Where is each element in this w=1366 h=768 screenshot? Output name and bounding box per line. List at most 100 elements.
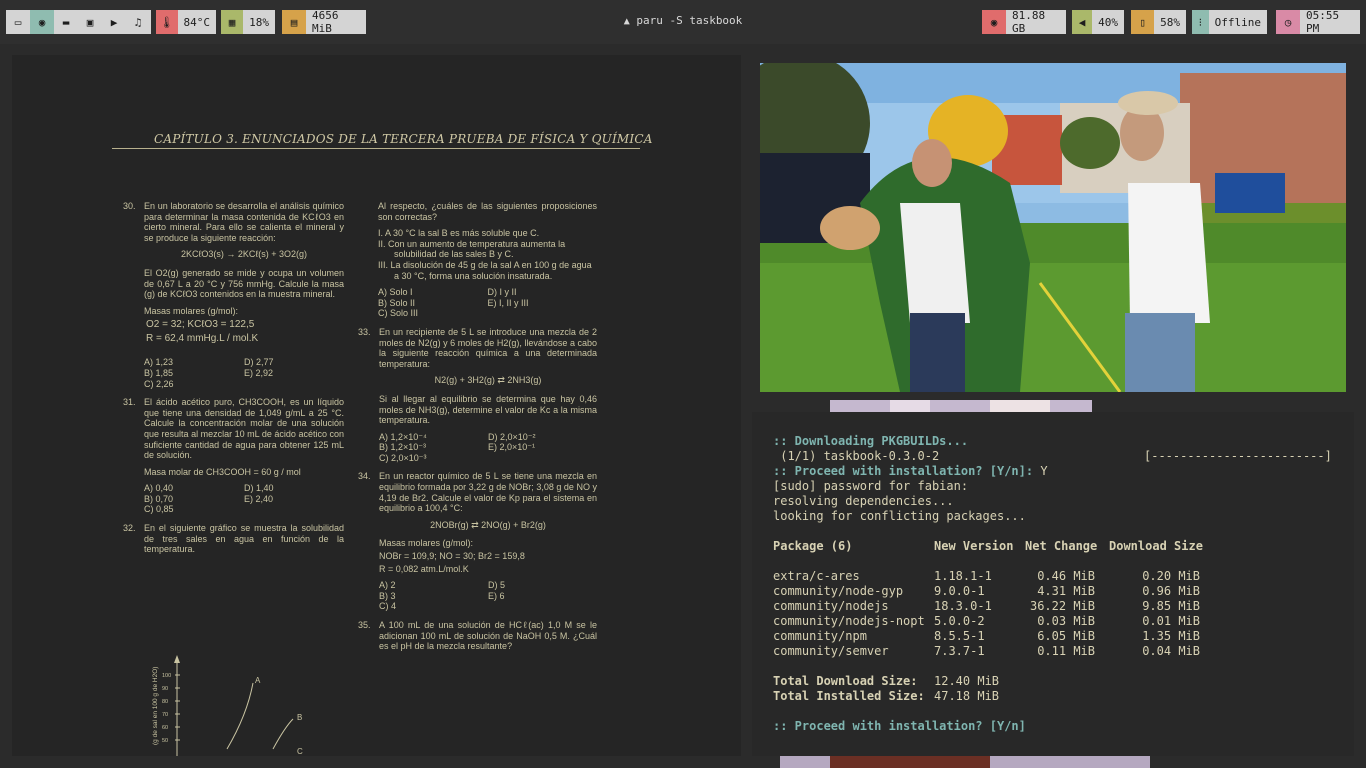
- package-version: 7.3.7-1: [934, 644, 985, 658]
- cpu-value: 18%: [243, 10, 275, 34]
- y-tick-label: 100: [162, 673, 171, 679]
- video-player[interactable]: [760, 63, 1346, 392]
- total-installed-value: 47.18 MiB: [934, 689, 1000, 703]
- answer-options: A) 1,23 D) 2,77 B) 1,85 E) 2,92 C) 2,26: [144, 357, 344, 389]
- progress-bar: [------------------------]: [1144, 449, 1332, 463]
- youtube-icon[interactable]: ▶: [102, 10, 126, 34]
- launcher-group: ▭ ◉ ▬ ▣ ▶ ♫: [6, 10, 151, 34]
- pdf-column-left: 30. En un laboratorio se desarrolla el a…: [123, 201, 344, 561]
- question-text: Si al llegar al equilibrio se determina …: [379, 393, 597, 426]
- answer-options: A) 1,2×10⁻⁴ D) 2,0×10⁻² B) 1,2×10⁻³ E) 2…: [379, 432, 597, 464]
- package-net-change: 0.11 MiB: [1037, 644, 1095, 658]
- prompt-answer: Y: [1040, 464, 1048, 478]
- question-text: Al respecto, ¿cuáles de las siguientes p…: [378, 201, 597, 222]
- option: B) 3: [379, 590, 396, 601]
- monitor-icon[interactable]: ▣: [78, 10, 102, 34]
- y-tick-label: 50: [162, 738, 168, 744]
- option: C) 0,85: [144, 504, 174, 515]
- network-module[interactable]: ⁝ Offline: [1192, 10, 1267, 34]
- terminal-window[interactable]: :: Downloading PKGBUILDs... (1/1) taskbo…: [752, 412, 1354, 756]
- option: A) 1,23: [144, 357, 174, 368]
- option: C) Solo III: [378, 308, 419, 319]
- y-tick-label: 80: [162, 699, 168, 705]
- question-text: En un recipiente de 5 L se introduce una…: [379, 326, 597, 369]
- gas-constant: R = 62,4 mmHg.L / mol.K: [146, 333, 259, 345]
- option: [244, 379, 344, 390]
- package-name: community/semver: [773, 644, 889, 658]
- status-line: :: Downloading PKGBUILDs...: [773, 434, 969, 448]
- cpu-module: ▦ 18%: [221, 10, 275, 34]
- option: B) 1,85: [144, 367, 174, 378]
- video-frame: [760, 63, 1346, 392]
- option: A) 2: [379, 580, 396, 591]
- option: B) 0,70: [144, 493, 174, 504]
- option: C) 2,0×10⁻³: [379, 452, 427, 463]
- question-33: 33. En un recipiente de 5 L se introduce…: [358, 327, 597, 464]
- answer-options: A) 0,40 D) 1,40 B) 0,70 E) 2,40 C) 0,85: [144, 483, 344, 515]
- question-number: 34.: [358, 471, 371, 482]
- volume-module[interactable]: ◀ 40%: [1072, 10, 1124, 34]
- package-net-change: 0.03 MiB: [1037, 614, 1095, 628]
- curve-a: [226, 682, 254, 750]
- package-name: extra/c-ares: [773, 569, 860, 583]
- clock-value: 05:55 PM: [1300, 9, 1360, 35]
- battery-module: ▯ 58%: [1131, 10, 1186, 34]
- column-header: New Version: [934, 539, 1014, 553]
- option: D) 5: [488, 580, 506, 591]
- total-download-label: Total Download Size:: [773, 674, 918, 688]
- terminal-line: (1/1) taskbook-0.3.0-2: [773, 449, 939, 464]
- question-text: En un laboratorio se desarrolla el análi…: [144, 201, 344, 243]
- option: [488, 601, 597, 612]
- package-table: Package (6) New Version Net Change Downl…: [752, 539, 1354, 682]
- curve-label-c: C: [297, 747, 303, 756]
- clock-module: ◷ 05:55 PM: [1276, 9, 1360, 35]
- package-name: community/nodejs-nopt: [773, 614, 925, 628]
- molar-values: NOBr = 109,9; NO = 30; Br2 = 159,8: [379, 551, 525, 562]
- y-axis-arrow: [174, 655, 180, 663]
- option: C) 2,26: [144, 378, 174, 389]
- package-download-size: 0.96 MiB: [1142, 584, 1200, 598]
- column-header: Package (6): [773, 539, 853, 553]
- memory-icon: ▤: [282, 10, 306, 34]
- question-number: 32.: [123, 523, 136, 534]
- solubility-graph: (g de sal en 100 g de H2O) 100 90 80 70 60 50…: [152, 655, 303, 756]
- network-icon: ⁝: [1192, 10, 1209, 34]
- statement-list: I. A 30 °C la sal B es más soluble que C…: [378, 228, 597, 281]
- package-version: 18.3.0-1: [934, 599, 992, 613]
- option: [244, 504, 344, 515]
- package-net-change: 0.46 MiB: [1037, 569, 1095, 583]
- option: E) 2,40: [244, 493, 274, 504]
- option: D) 1,40: [244, 483, 274, 494]
- pdf-viewer[interactable]: CAPÍTULO 3. ENUNCIADOS DE LA TERCERA PRU…: [12, 55, 741, 756]
- thermometer-icon: 🌡: [156, 10, 178, 34]
- option: E) 6: [488, 590, 505, 601]
- terminal-line: looking for conflicting packages...: [773, 509, 1026, 523]
- answer-options: A) 2 D) 5 B) 3 E) 6 C) 4: [379, 580, 597, 612]
- option: A) 1,2×10⁻⁴: [379, 431, 427, 442]
- terminal-line: [sudo] password for fabian:: [773, 479, 969, 493]
- y-axis-label: (g de sal en 100 g de H2O): [152, 667, 159, 745]
- statement: I. A 30 °C la sal B es más soluble que C…: [378, 228, 540, 239]
- browser-icon[interactable]: ◉: [30, 10, 54, 34]
- option: A) 0,40: [144, 483, 174, 494]
- question-text: En un reactor químico de 5 L se tiene un…: [379, 471, 597, 514]
- arch-icon: ▲: [623, 16, 630, 27]
- window-title: ▲ paru -S taskbook: [560, 14, 806, 27]
- y-tick-label: 90: [162, 686, 168, 692]
- option: E) I, II y III: [487, 297, 529, 308]
- header-rule: [112, 148, 640, 149]
- option: [488, 308, 598, 319]
- question-text: El O2(g) generado se mide y ocupa un vol…: [144, 267, 344, 300]
- terminal-icon[interactable]: ▭: [6, 10, 30, 34]
- folder-icon[interactable]: ▬: [54, 10, 78, 34]
- statement: II. Con un aumento de temperatura aument…: [378, 238, 566, 260]
- window-title-text: paru -S taskbook: [636, 14, 743, 27]
- package-download-size: 0.04 MiB: [1142, 644, 1200, 658]
- gas-constant: R = 0,082 atm.L/mol.K: [379, 563, 469, 574]
- question-number: 33.: [358, 326, 371, 337]
- total-installed-label: Total Installed Size:: [773, 689, 925, 703]
- music-icon[interactable]: ♫: [126, 10, 150, 34]
- temperature-module: 🌡 84°C: [156, 10, 216, 34]
- reaction-equation: N2(g) + 3H2(g) ⇄ 2NH3(g): [434, 375, 542, 386]
- package-version: 8.5.5-1: [934, 629, 985, 643]
